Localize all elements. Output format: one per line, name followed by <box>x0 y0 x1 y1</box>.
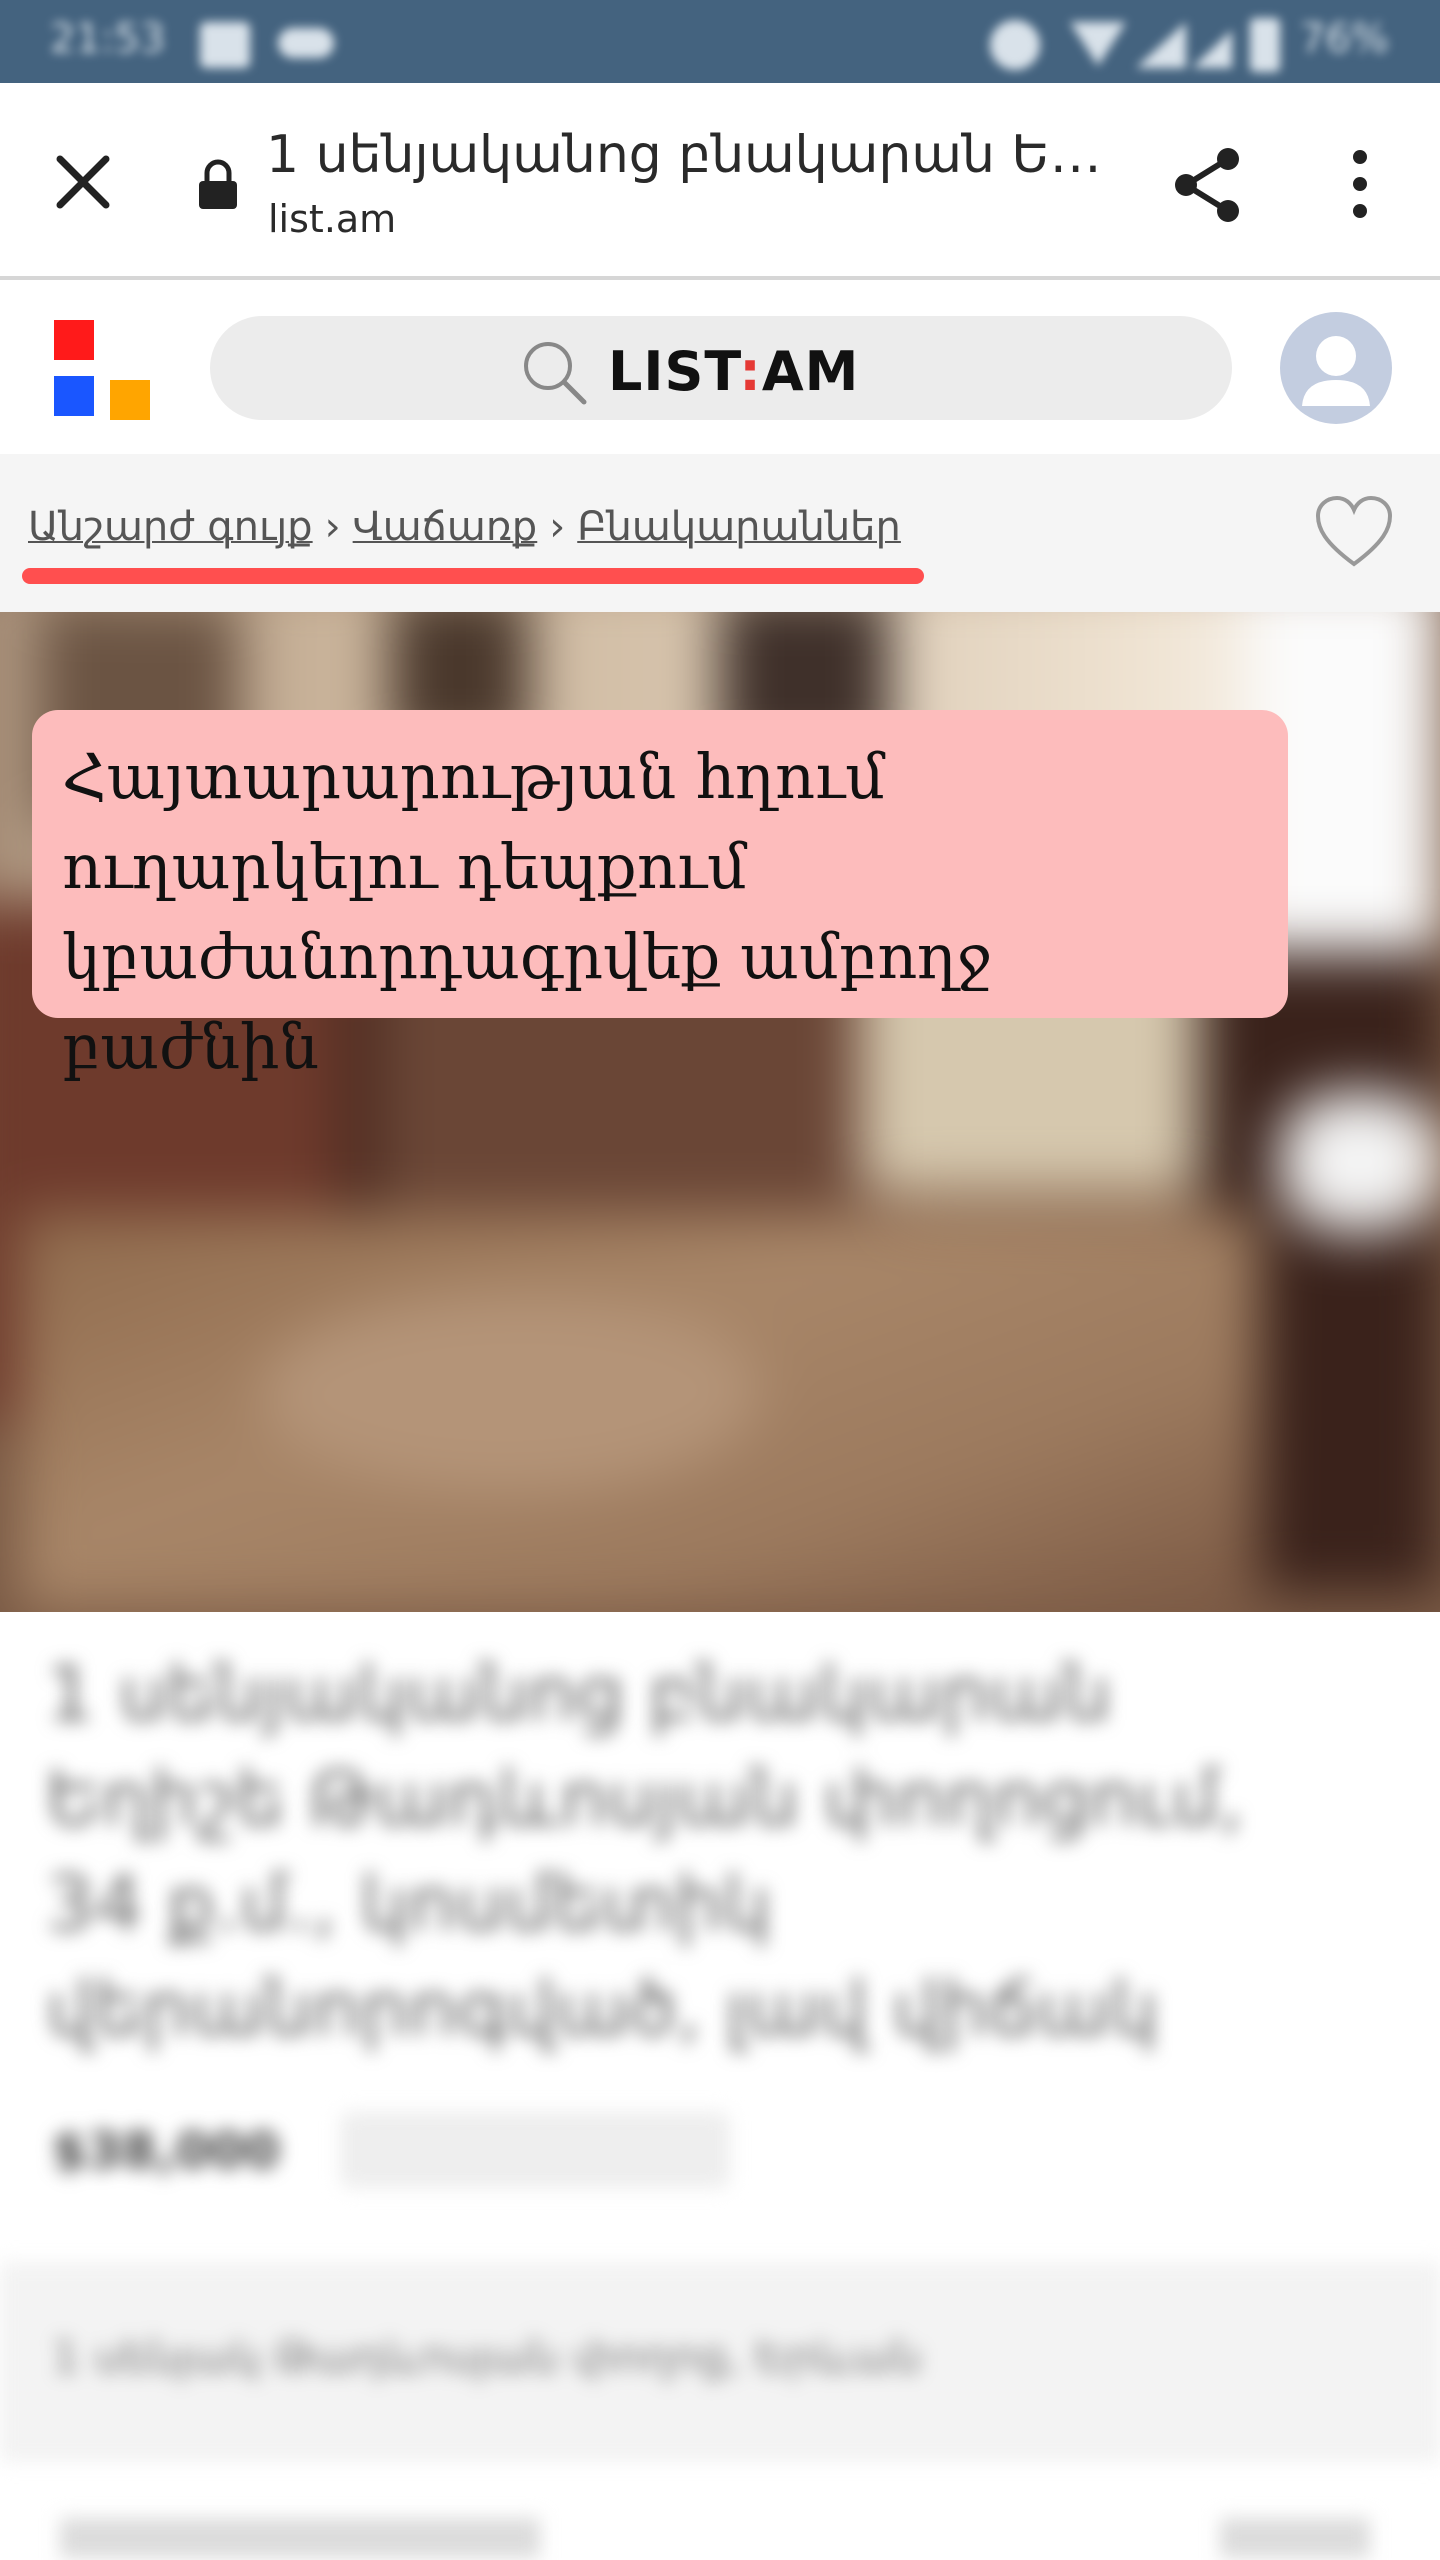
listing-price: $38,000 <box>52 2122 280 2180</box>
breadcrumb-highlight <box>22 568 924 584</box>
logo-orange-square <box>110 380 150 420</box>
breadcrumb-bar: Անշարժ գույք › Վաճառք › Բնակարաններ <box>0 454 1440 612</box>
status-bar: 21:53 76% <box>0 0 1440 83</box>
page-url[interactable]: list.am <box>268 197 396 241</box>
share-icon[interactable] <box>1170 145 1246 225</box>
browser-toolbar: 1 սենյականոց բնակարան Ե… list.am <box>0 83 1440 280</box>
listing-detail-placeholder-2 <box>1220 2518 1370 2558</box>
breadcrumb-separator: › <box>324 504 341 550</box>
site-logo[interactable] <box>54 320 154 420</box>
user-avatar-icon[interactable] <box>1280 312 1392 424</box>
listing-detail-placeholder <box>60 2518 540 2558</box>
signal-icon <box>1136 22 1186 68</box>
status-time: 21:53 <box>50 16 166 62</box>
listing-title: 1 սենյականոց բնակարան Եղիշե Թադևոսյան փո… <box>46 1649 1244 2053</box>
notice-banner: Հայտարարության հղում ուղարկելու դեպքում … <box>32 710 1288 1083</box>
logo-red-square <box>54 320 94 360</box>
battery-percent: 76% <box>1300 16 1389 62</box>
logo-blue-square <box>54 376 94 416</box>
brand-wordmark: LIST:AM <box>608 340 859 403</box>
search-bar[interactable]: LIST:AM <box>210 316 1232 420</box>
cloud-icon <box>278 28 334 58</box>
brand-left: LIST <box>608 340 740 403</box>
close-icon[interactable] <box>50 149 116 215</box>
signal-icon-2 <box>1192 30 1232 68</box>
breadcrumb-separator: › <box>549 504 566 550</box>
battery-icon <box>1250 18 1280 72</box>
alarm-icon <box>990 20 1040 70</box>
breadcrumb-item-real-estate[interactable]: Անշարժ գույք <box>28 504 313 550</box>
wifi-icon <box>1070 22 1126 66</box>
page-title[interactable]: 1 սենյականոց բնակարան Ե… <box>266 125 1106 185</box>
breadcrumb-item-apartments[interactable]: Բնակարաններ <box>577 504 901 550</box>
lock-icon <box>199 159 237 209</box>
price-tag <box>340 2112 730 2188</box>
brand-right: AM <box>761 340 860 403</box>
more-vert-icon[interactable] <box>1340 149 1380 219</box>
notification-icon <box>200 22 250 68</box>
site-header: LIST:AM <box>0 284 1440 454</box>
brand-separator: : <box>739 340 762 403</box>
listing-details: 1 սենյականոց բնակարան Եղիշե Թադևոսյան փո… <box>0 1612 1440 2560</box>
heart-icon[interactable] <box>1314 494 1394 570</box>
search-icon <box>524 342 587 405</box>
avatar-silhouette <box>1302 336 1370 406</box>
breadcrumb: Անշարժ գույք › Վաճառք › Բնակարաններ <box>28 504 901 550</box>
breadcrumb-item-sale[interactable]: Վաճառք <box>353 504 538 550</box>
listing-meta: 1 սենյակ Թադևոսյան փողոց, Երևան <box>52 2332 922 2383</box>
